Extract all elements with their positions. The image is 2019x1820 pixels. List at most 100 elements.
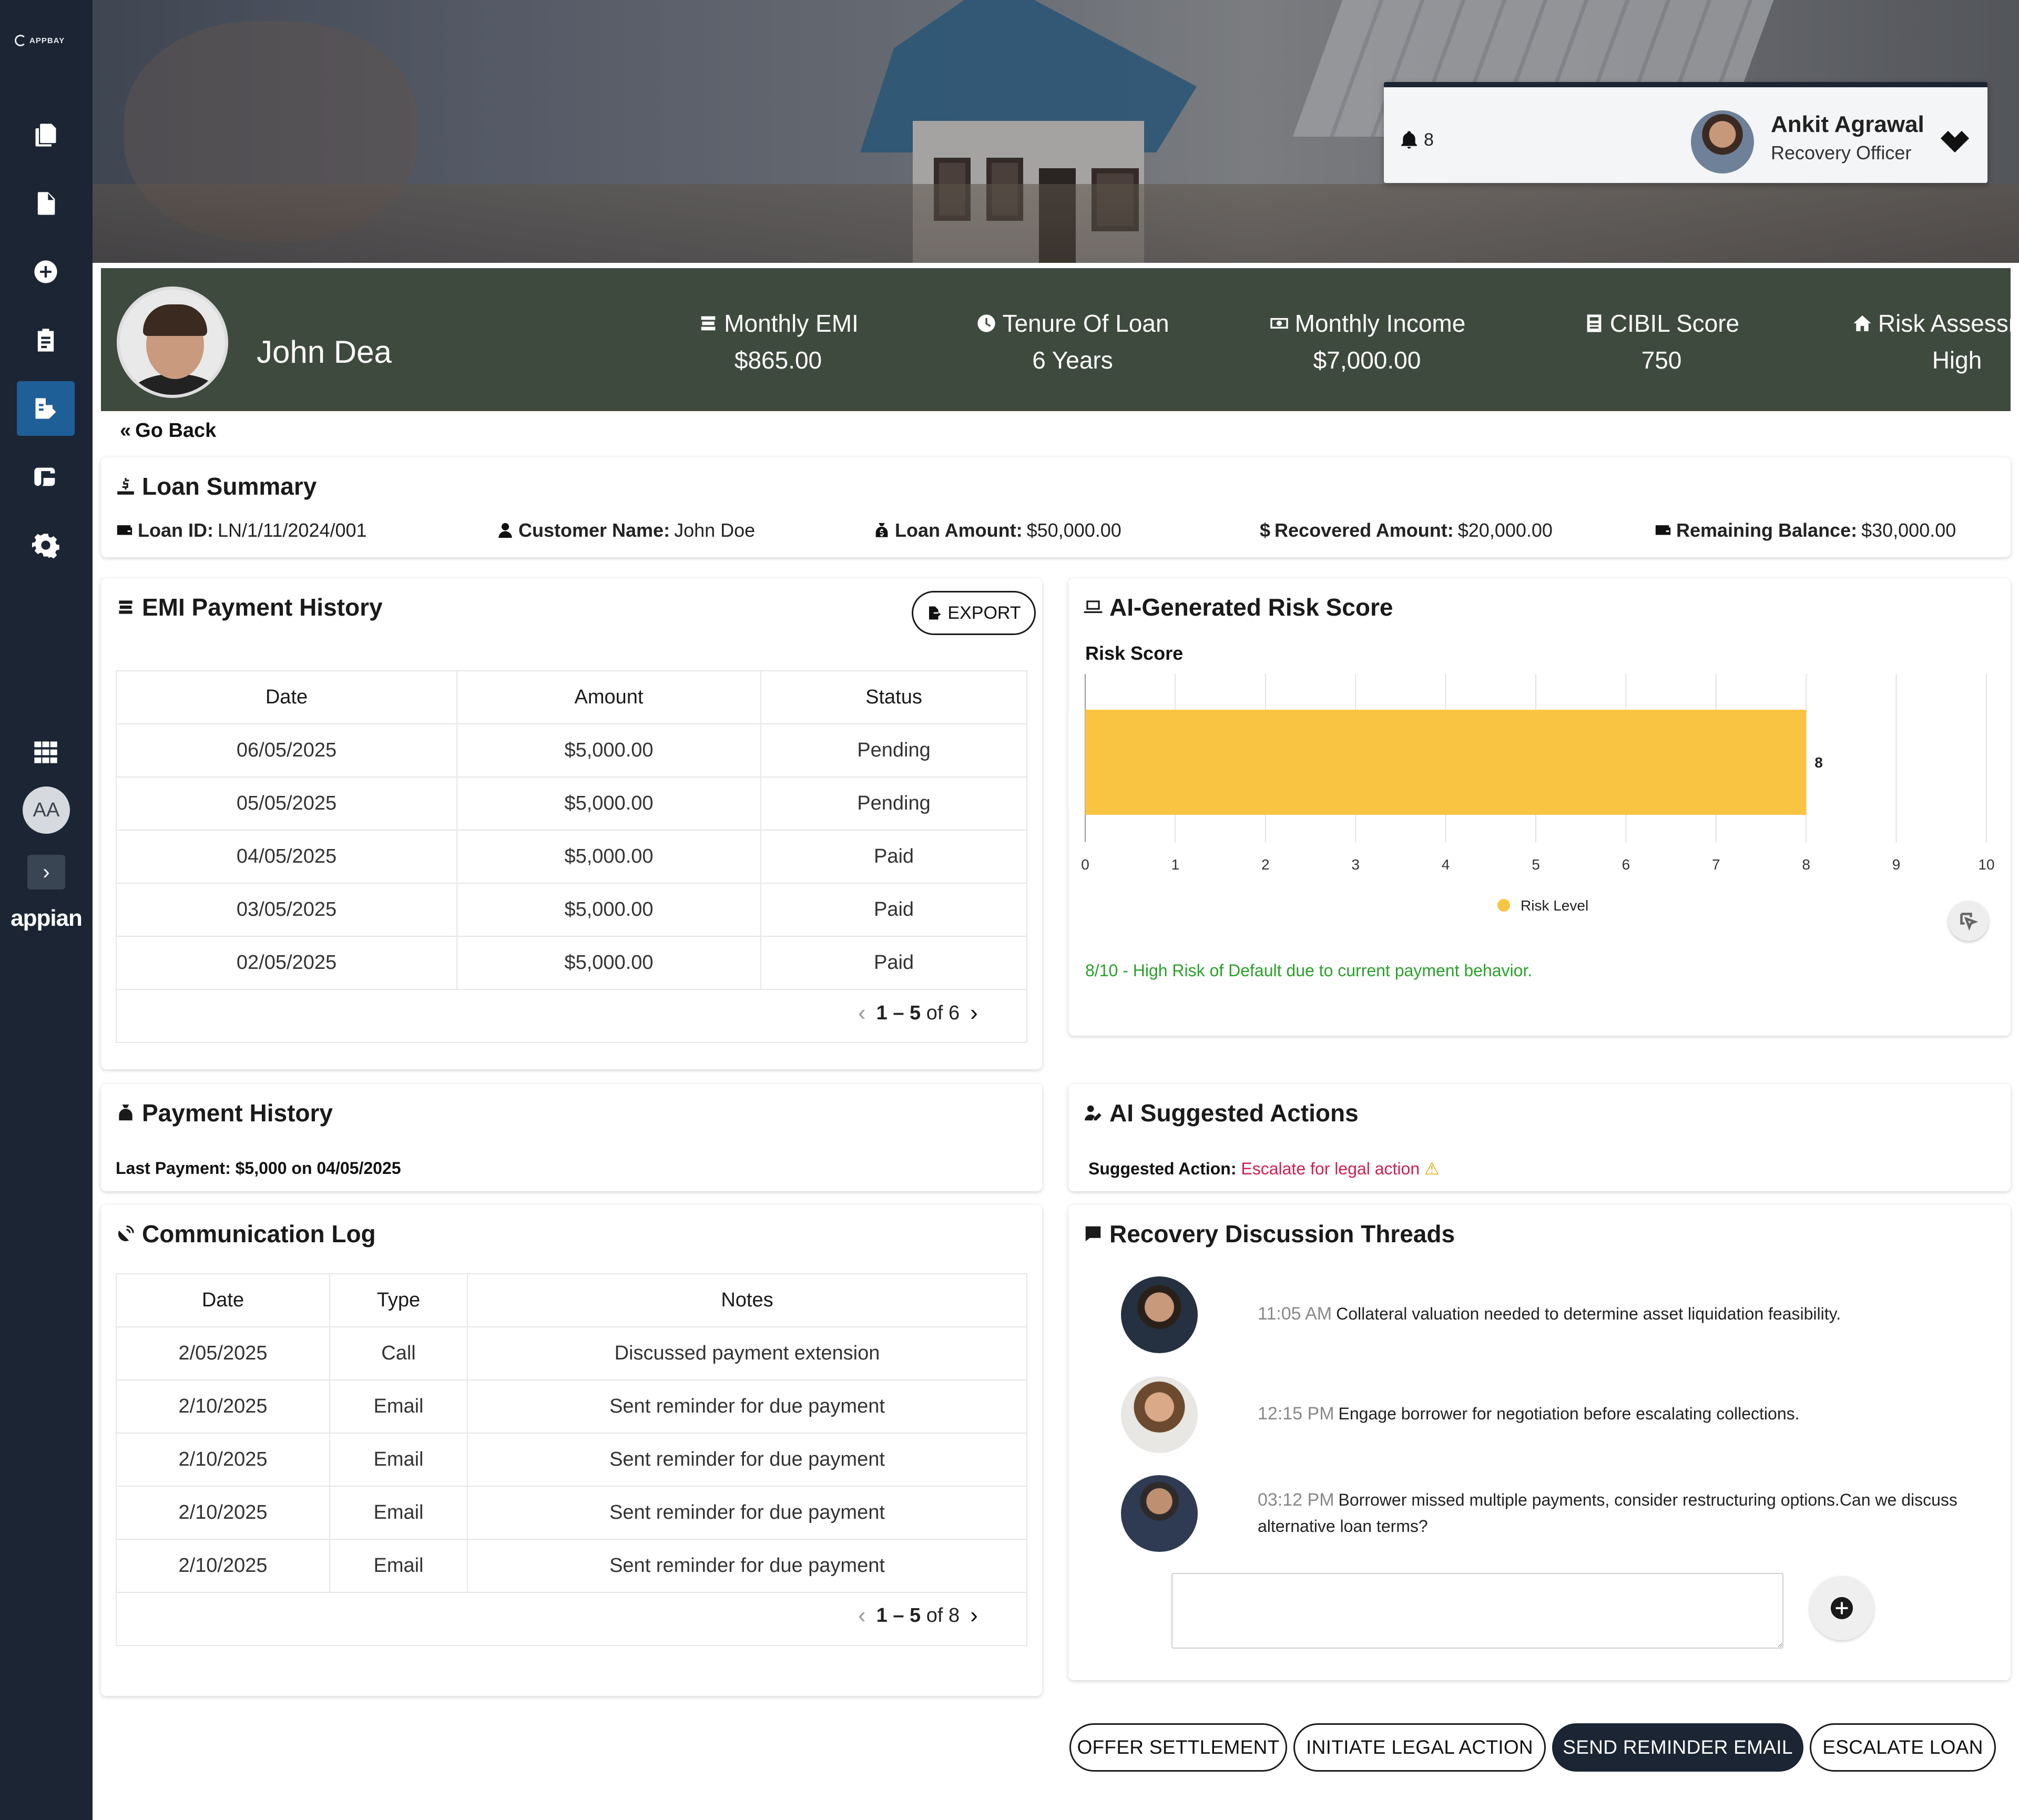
thread-message: 11:05 AM Collateral valuation needed to d… [1258,1301,1994,1327]
cell-date: 04/05/2025 [116,830,457,884]
cell-notes: Sent reminder for due payment [467,1433,1027,1487]
cell-date: 05/05/2025 [116,776,457,831]
go-back-link[interactable]: « Go Back [120,420,216,442]
payment-history-title: Payment History [116,1099,333,1127]
chart-legend[interactable]: Risk Level [1497,897,1588,914]
stat-monthly-emi: Monthly EMI $865.00 [641,309,915,374]
summary-remaining-balance: Remaining Balance: $30,000.00 [1654,519,1956,541]
cell-amount: $5,000.00 [456,936,761,990]
user-avatar[interactable]: AA [23,786,70,834]
column-header[interactable]: Notes [467,1273,1027,1327]
sidebar-item-documents[interactable] [17,108,75,162]
table-row: 2/10/2025 Email Sent reminder for due paym… [116,1539,1027,1593]
cell-amount: $5,000.00 [456,883,761,937]
user-role: Recovery Officer [1771,142,1912,163]
chart-select-tool-button[interactable] [1949,901,1989,941]
wallet-icon [117,525,132,535]
plus-circle-icon [1830,1597,1853,1620]
copy-icon [35,124,56,147]
notification-count: 8 [1424,129,1434,150]
satellite-dish-icon [118,1225,134,1242]
sidebar: APPBAY AA › appian [0,0,93,1820]
communication-pager: ‹ 1 – 5 of 8 › [858,1602,978,1629]
table-row: 2/10/2025 Email Sent reminder for due paym… [116,1379,1027,1434]
cell-date: 2/10/2025 [116,1379,330,1434]
emi-history-table: Date Amount Status 06/05/2025 $5,000.00 Pe… [116,670,1027,1043]
notifications-button[interactable]: 8 [1399,129,1434,150]
x-tick-label: 7 [1712,856,1720,873]
sidebar-item-receipts[interactable] [17,449,75,504]
escalate-loan-button[interactable]: ESCALATE LOAN [1810,1723,1996,1772]
file-signature-icon [35,398,56,419]
x-tick-label: 6 [1622,856,1630,873]
x-tick-label: 0 [1081,856,1089,873]
cell-date: 03/05/2025 [116,883,457,937]
cell-notes: Discussed payment extension [467,1326,1027,1381]
sidebar-item-add[interactable] [17,244,75,299]
table-header-row: Date Type Notes [116,1273,1027,1327]
table-row: 2/10/2025 Email Sent reminder for due paym… [116,1486,1027,1540]
summary-customer-name: Customer Name: John Doe [496,519,755,541]
previous-page-icon[interactable]: ‹ [858,1000,866,1026]
column-header[interactable]: Date [116,670,457,724]
sidebar-item-file[interactable] [17,176,75,231]
chart-bar[interactable] [1085,710,1807,815]
sidebar-item-settings[interactable] [17,518,75,572]
legend-marker[interactable] [1497,899,1510,912]
user-pen-icon [1085,1105,1102,1121]
chevron-right-icon: › [43,860,50,884]
communication-log-table: Date Type Notes 2/05/2025 Call Discussed p… [116,1273,1027,1646]
cell-amount: $5,000.00 [456,723,761,778]
bar-data-label: 8 [1814,754,1823,771]
chart-title: Risk Score [1085,642,1183,664]
app-logo[interactable]: APPBAY [15,33,78,48]
x-tick-label: 10 [1978,856,1994,873]
risk-score-card: AI-Generated Risk Score Risk Score 8 012… [1068,578,2011,1036]
x-tick-label: 4 [1442,856,1450,873]
sidebar-item-clipboard[interactable] [17,313,75,367]
stat-label: Risk Assessment [1878,310,2019,337]
table-row: 04/05/2025 $5,000.00 Paid [116,830,1027,884]
offer-settlement-button[interactable]: OFFER SETTLEMENT [1069,1723,1287,1772]
export-button[interactable]: EXPORT [912,591,1036,635]
table-row: 06/05/2025 $5,000.00 Pending [116,723,1027,778]
user-menu-toggle[interactable] [1939,124,1971,156]
column-header[interactable]: Status [760,670,1027,724]
thread-message: 12:15 PM Engage borrower for negotiation … [1258,1400,1994,1427]
suggested-action-value[interactable]: Escalate for legal action [1241,1159,1420,1178]
stat-monthly-income: Monthly Income $7,000.00 [1230,309,1504,374]
coins-icon [119,600,132,614]
sidebar-item-loans[interactable] [17,381,75,436]
borrower-name: John Dea [257,334,392,370]
communication-log-title: Communication Log [116,1220,376,1248]
file-export-icon [929,606,941,620]
legend-label[interactable]: Risk Level [1521,897,1588,914]
previous-page-icon[interactable]: ‹ [858,1602,866,1629]
loan-summary-title: Loan Summary [116,472,317,500]
next-page-icon[interactable]: › [970,1602,978,1629]
cell-status: Paid [760,830,1027,884]
thread-reply-input[interactable] [1171,1573,1783,1649]
cell-type: Email [329,1539,468,1593]
cell-date: 2/10/2025 [116,1433,330,1487]
x-tick-label: 5 [1532,856,1540,873]
coins-icon [701,316,716,331]
add-comment-button[interactable] [1810,1576,1874,1640]
clock-icon [977,314,996,332]
column-header[interactable]: Date [116,1273,330,1327]
column-header[interactable]: Amount [456,670,761,724]
stat-value: 750 [1641,346,1682,374]
send-reminder-email-button[interactable]: SEND REMINDER EMAIL [1552,1723,1803,1772]
sidebar-item-apps[interactable] [17,724,75,779]
expand-sidebar-button[interactable]: › [27,855,65,889]
stat-label: Monthly Income [1294,310,1466,337]
cell-date: 2/10/2025 [116,1486,330,1540]
initiate-legal-action-button[interactable]: INITIATE LEGAL ACTION [1293,1723,1546,1772]
table-header-row: Date Amount Status [116,670,1027,724]
next-page-icon[interactable]: › [970,1000,978,1026]
grid-icon [34,741,57,763]
column-header[interactable]: Type [329,1273,468,1327]
home-icon [1853,315,1871,331]
cell-type: Email [329,1486,468,1540]
table-row: 2/10/2025 Email Sent reminder for due paym… [116,1433,1027,1487]
